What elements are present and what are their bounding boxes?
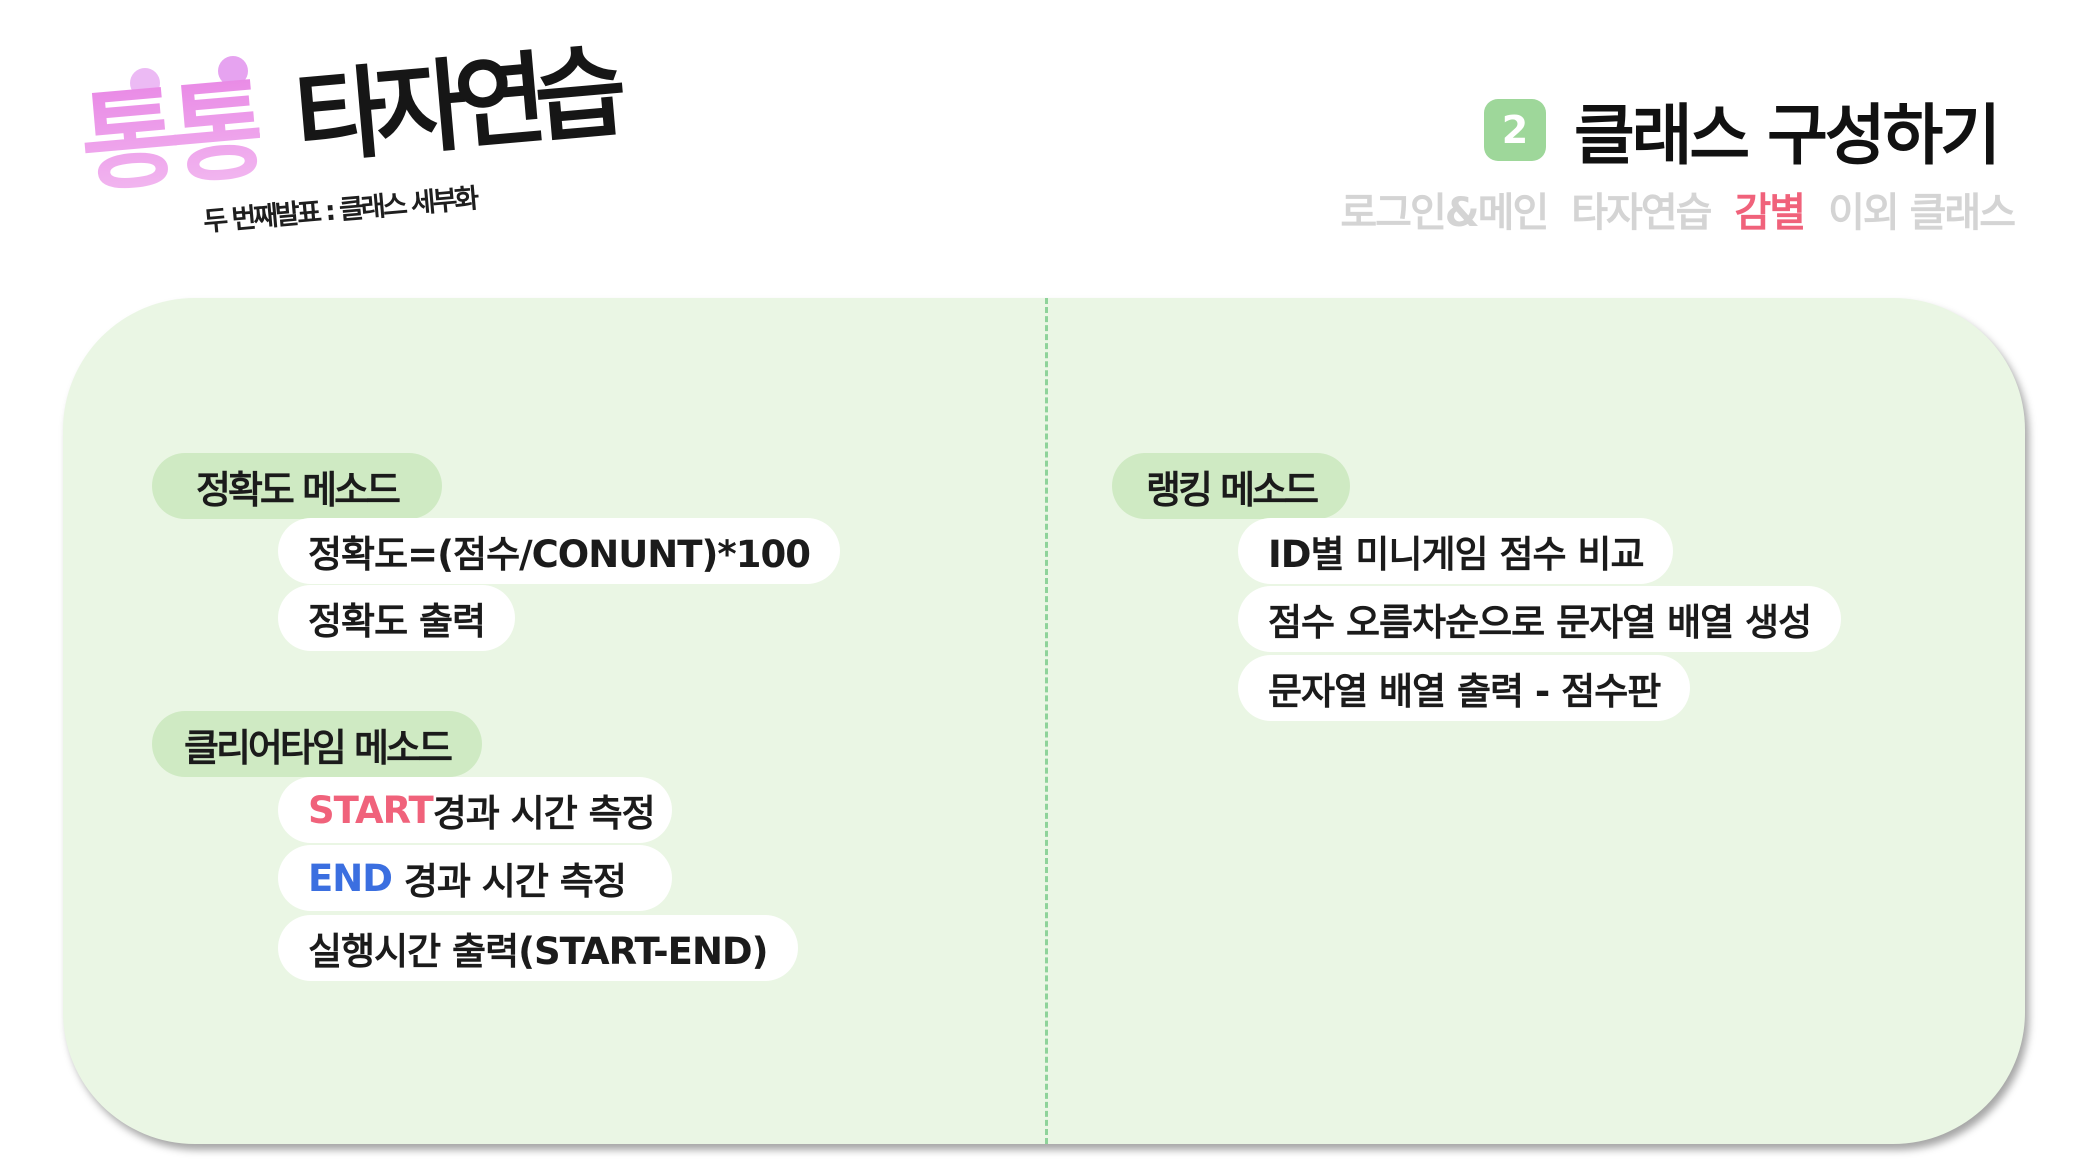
cleartime-item-end: END 경과 시간 측정 xyxy=(278,845,672,911)
logo-title-black: 타자연습 xyxy=(290,33,620,178)
cleartime-method-title: 클리어타임 메소드 xyxy=(152,711,482,777)
accuracy-method-title: 정확도 메소드 xyxy=(152,453,442,519)
cleartime-item-text: 실행시간 출력(START-END) xyxy=(308,930,769,973)
panel-divider xyxy=(1045,298,1048,1144)
logo-title-pink: 통통 xyxy=(75,67,265,208)
ranking-item-scoreboard: 문자열 배열 출력 - 점수판 xyxy=(1238,655,1691,721)
breadcrumb-item-login-main[interactable]: 로그인&메인 xyxy=(1340,180,1549,238)
logo: 통통 타자연습 두 번째발표 : 클래스 세부화 xyxy=(75,34,680,280)
cleartime-item-start: START 경과 시간 측정 xyxy=(278,777,672,843)
section-header: 2 클래스 구성하기 xyxy=(1483,82,2001,178)
cleartime-item-output: 실행시간 출력(START-END) xyxy=(278,915,798,981)
ranking-item-sort: 점수 오름차순으로 문자열 배열 생성 xyxy=(1238,586,1842,652)
ranking-method-title: 랭킹 메소드 xyxy=(1112,453,1351,519)
start-keyword: START xyxy=(308,788,434,832)
cleartime-item-text: 경과 시간 측정 xyxy=(432,792,656,835)
breadcrumb: 로그인&메인 타자연습 감별 이외 클래스 xyxy=(1340,180,2016,238)
section-number-badge: 2 xyxy=(1483,99,1546,161)
accuracy-item-output: 정확도 출력 xyxy=(278,585,516,651)
accuracy-item-formula: 정확도=(점수/CONUNT)*100 xyxy=(278,518,840,584)
end-keyword: END xyxy=(308,856,393,900)
breadcrumb-item-other-classes[interactable]: 이외 클래스 xyxy=(1828,180,2016,238)
section-title: 클래스 구성하기 xyxy=(1573,97,2001,174)
breadcrumb-item-judge[interactable]: 감별 xyxy=(1734,180,1806,238)
breadcrumb-item-typing[interactable]: 타자연습 xyxy=(1571,180,1712,238)
cleartime-item-text: 경과 시간 측정 xyxy=(391,860,627,903)
ranking-item-compare: ID별 미니게임 점수 비교 xyxy=(1238,518,1674,584)
